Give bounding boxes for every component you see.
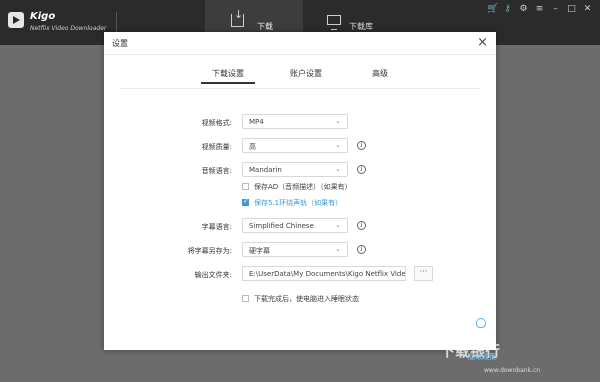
audio-language-label: 音频语言: [201,167,232,175]
save-subtitle-as-select[interactable]: 硬字幕 ⌄ [242,242,348,257]
audio-language-value: Mandarin [249,166,282,174]
monitor-icon [327,15,341,30]
menu-icon[interactable]: ≡ [535,5,544,14]
brand-name: Kigo [30,11,56,22]
save-ad-label: 保存AD（音频描述）（如果有） [254,183,352,191]
subtitle-language-value: Simplified Chinese [249,222,314,230]
subtitle-language-label: 字幕语言: [201,223,232,231]
divider [116,12,117,34]
tab-library-label: 下载库 [349,22,373,31]
brand-subtitle: Netflix Video Downloader [30,25,107,32]
close-icon[interactable]: ✕ [583,5,592,14]
info-icon[interactable]: i [357,141,366,150]
dialog-title: 设置 [112,39,128,48]
dialog-close-button[interactable]: × [477,35,488,50]
save-51-checkbox[interactable] [242,197,249,206]
chevron-down-icon: ⌄ [335,117,341,125]
tab-download-settings[interactable]: 下载设置 [204,68,252,79]
chevron-down-icon: ⌄ [335,141,341,149]
watermark-url: www.downbank.cn [484,367,541,374]
window-controls: 🛒 ⚷ ⚙ ≡ – □ ✕ [487,5,592,14]
cart-icon[interactable]: 🛒 [487,5,498,14]
save-ad-checkbox[interactable] [242,183,249,190]
audio-language-select[interactable]: Mandarin ⌄ [242,162,348,177]
video-quality-label: 视频质量: [201,143,232,151]
video-format-select[interactable]: MP4 ⌄ [242,114,348,129]
tab-advanced[interactable]: 高级 [360,68,400,79]
output-folder-label: 输出文件夹: [194,271,232,279]
info-icon[interactable]: i [357,221,366,230]
tabs-divider [119,88,481,89]
maximize-icon[interactable]: □ [567,5,576,14]
sleep-after-label: 下载完成后，使电脑进入睡眠状态 [254,295,359,303]
minimize-icon[interactable]: – [551,5,560,14]
chevron-down-icon: ⌄ [335,165,341,173]
lightbulb-icon[interactable] [476,318,486,328]
info-icon[interactable]: i [357,165,366,174]
video-format-value: MP4 [249,118,264,126]
tab-download-label: 下载 [257,22,273,31]
dialog-header: 设置 × [104,32,496,55]
video-format-label: 视频格式: [201,119,232,127]
gear-icon[interactable]: ⚙ [519,5,528,14]
info-icon[interactable]: i [357,245,366,254]
video-quality-select[interactable]: 高 ⌄ [242,138,348,153]
app-logo-icon [8,12,24,28]
download-icon [231,8,244,27]
active-tab-indicator [201,82,255,84]
chevron-down-icon: ⌄ [335,221,341,229]
save-subtitle-as-value: 硬字幕 [249,247,270,255]
save-subtitle-as-label: 将字幕另存为: [187,247,232,255]
tab-account-settings[interactable]: 账户设置 [282,68,330,79]
sleep-after-checkbox[interactable] [242,295,249,302]
settings-dialog: 设置 × 下载设置 账户设置 高级 视频格式: MP4 ⌄ 视频质量: 高 ⌄ … [104,32,496,350]
browse-button[interactable]: ··· [414,266,433,281]
chevron-down-icon: ⌄ [335,245,341,253]
video-quality-value: 高 [249,143,256,151]
save-51-label: 保存5.1环绕声轨（如果有） [254,199,343,207]
key-icon[interactable]: ⚷ [503,5,512,14]
privacy-link[interactable]: 隐私政策 [468,352,496,362]
settings-tabs: 下载设置 账户设置 高级 [104,68,496,88]
output-folder-input[interactable]: E:\UserData\My Documents\Kigo Netflix Vi… [242,266,406,281]
subtitle-language-select[interactable]: Simplified Chinese ⌄ [242,218,348,233]
